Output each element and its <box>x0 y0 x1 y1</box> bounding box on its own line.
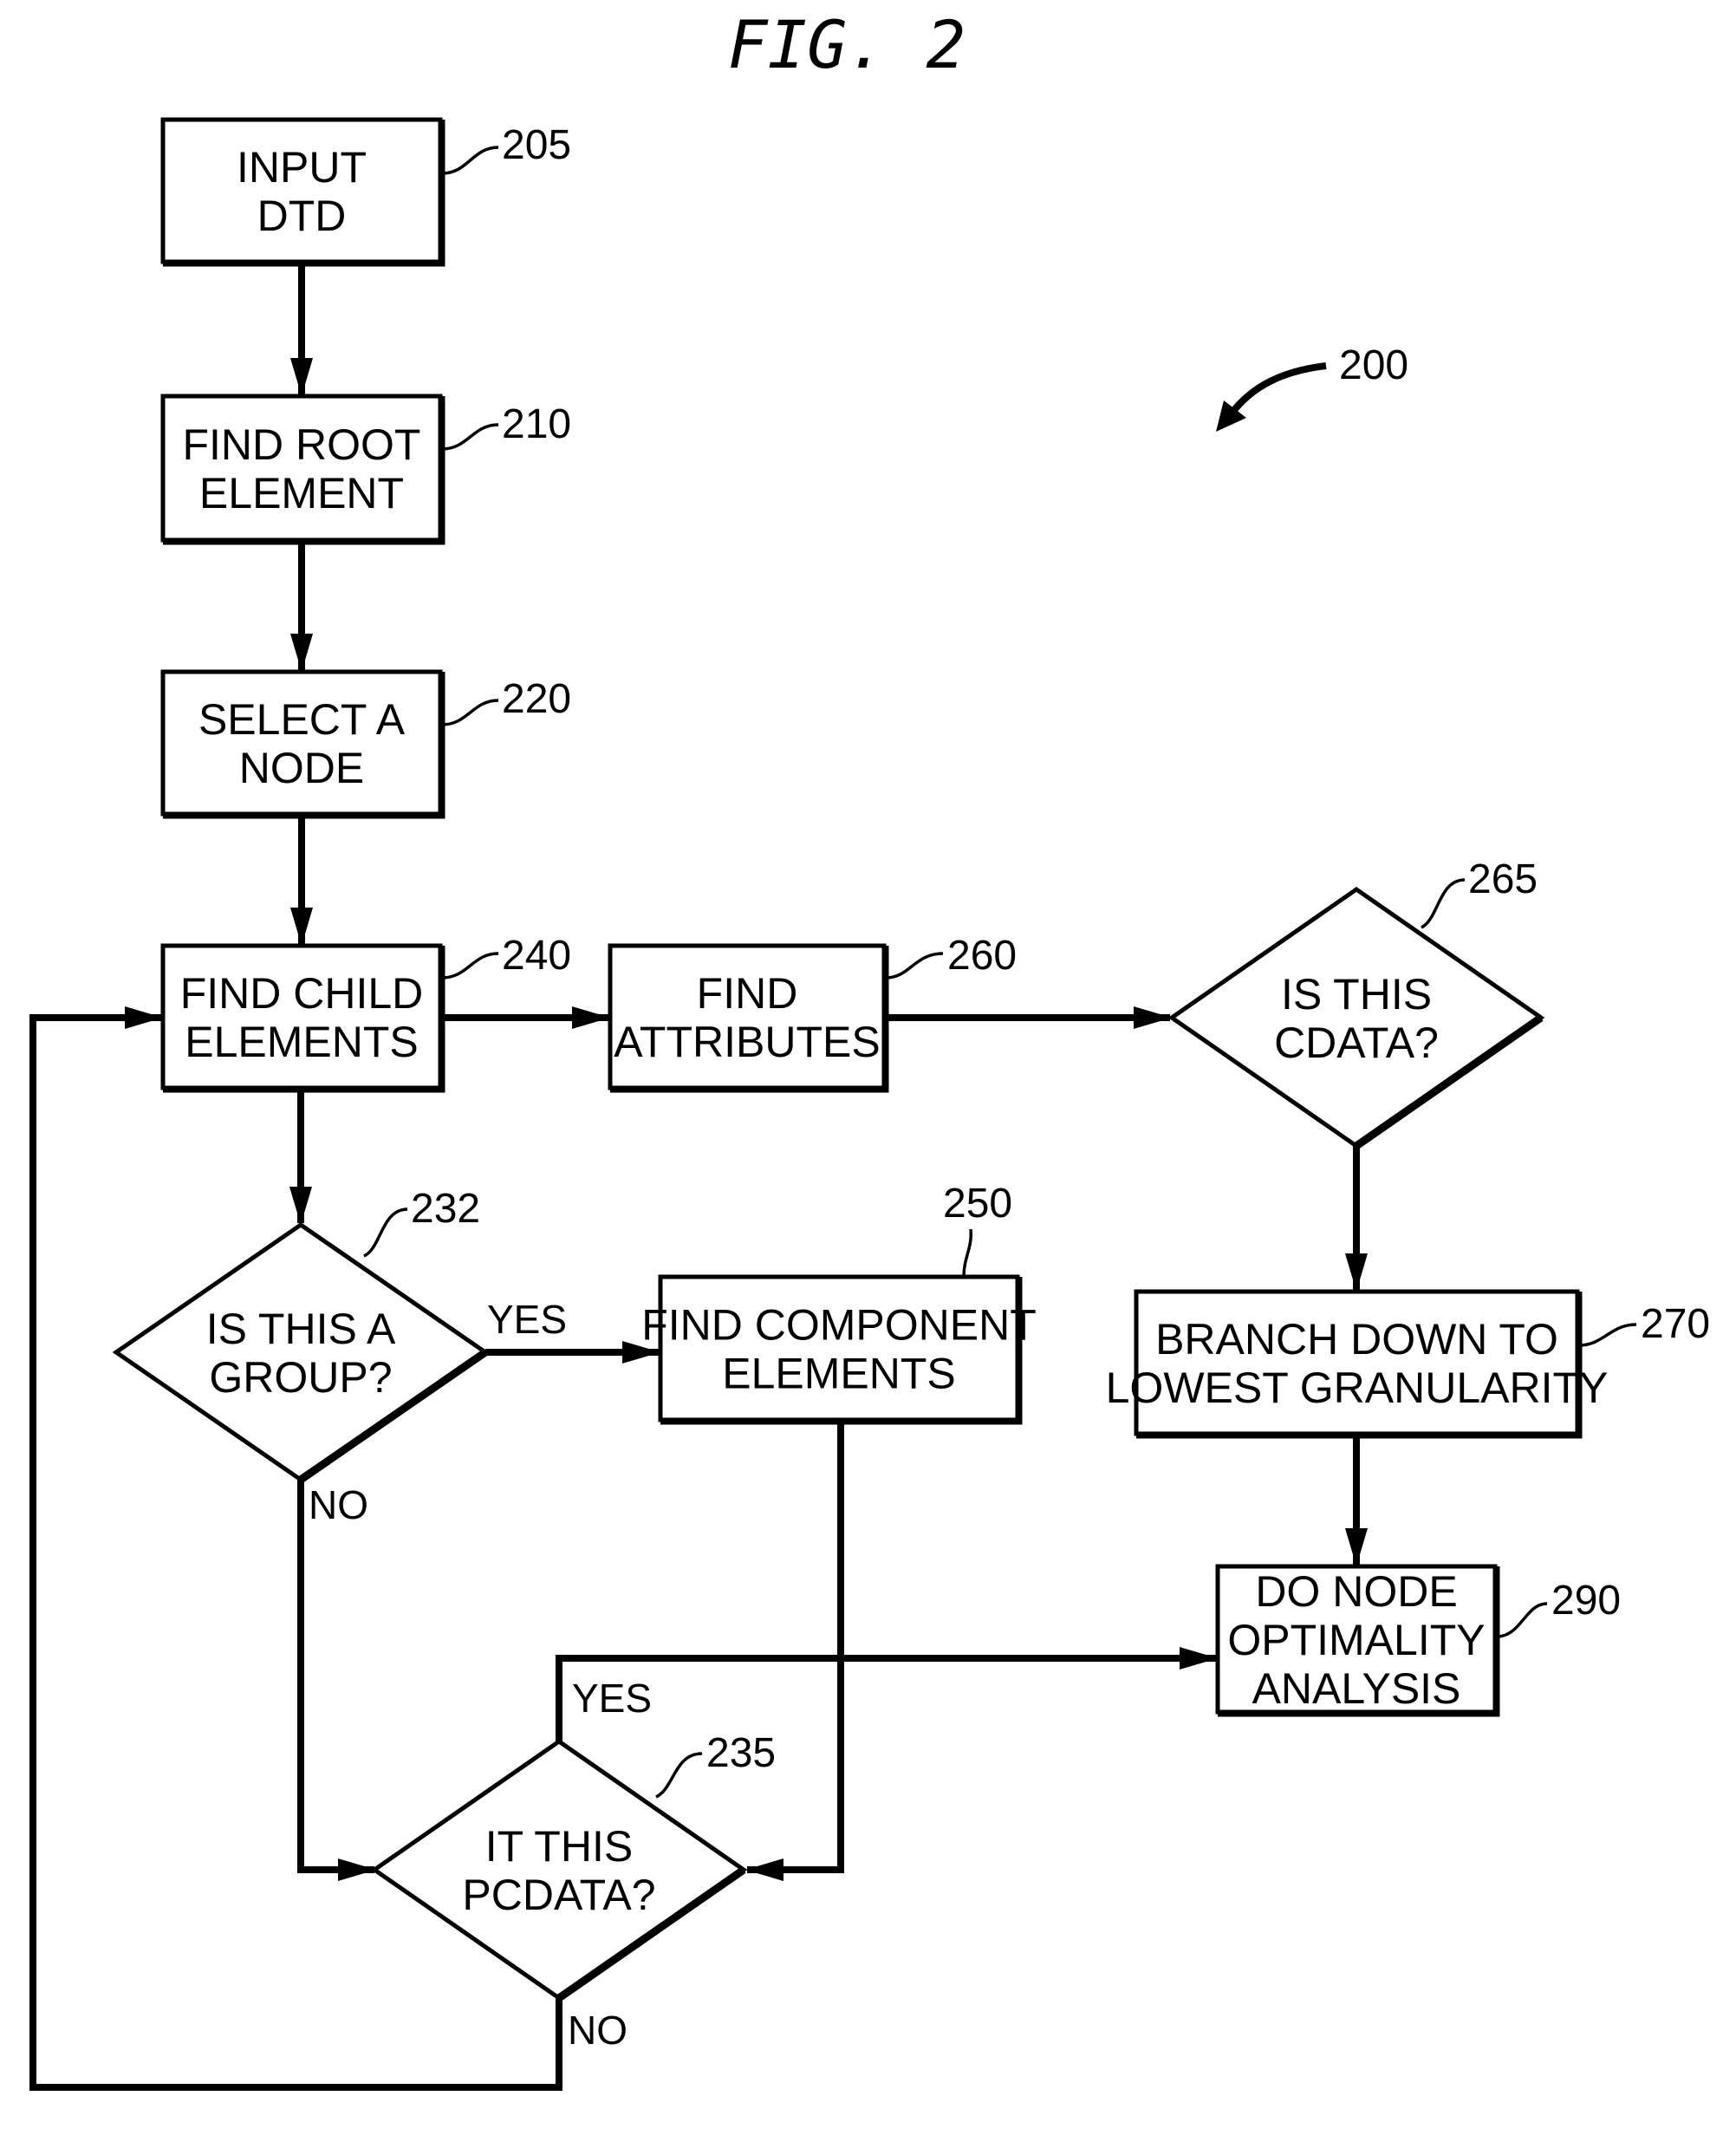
process-box-290: DO NODEOPTIMALITYANALYSIS 290 <box>1215 1564 1621 1717</box>
node-label-line: FIND COMPONENT <box>641 1301 1037 1350</box>
figure-reference: 200 <box>1216 342 1408 432</box>
figure-title: FIG. 2 <box>728 6 966 83</box>
edge-label-yes-235: YES <box>572 1676 652 1721</box>
reference-number: 232 <box>411 1186 480 1232</box>
reference-number: 260 <box>947 933 1017 979</box>
arrowhead-icon <box>289 1187 312 1225</box>
decision-265: IS THISCDATA? 265 <box>1167 856 1545 1149</box>
node-label-line: ELEMENTS <box>185 1018 419 1066</box>
process-box-260: FINDATTRIBUTES 260 <box>608 933 1017 1093</box>
edge-232-250-yes <box>485 1341 660 1364</box>
arrowhead-icon <box>1180 1647 1218 1670</box>
arrowhead-icon <box>1345 1253 1368 1292</box>
edge-240-232 <box>289 1088 312 1225</box>
reference-arrow-icon <box>1227 362 1327 417</box>
leader-line <box>363 1207 408 1258</box>
reference-number: 250 <box>943 1181 1012 1227</box>
leader-line <box>441 699 499 726</box>
process-box-270: BRANCH DOWN TOLOWEST GRANULARITY 270 <box>1106 1289 1710 1439</box>
decision-235: IT THISPCDATA? 235 <box>370 1730 776 2002</box>
edge-label-yes-232: YES <box>487 1297 567 1342</box>
reference-number: 290 <box>1551 1578 1621 1624</box>
leader-line <box>1578 1323 1637 1347</box>
edge-235-290-yes <box>556 1647 1218 1741</box>
node-label-line: NODE <box>239 744 364 792</box>
arrowhead-icon <box>745 1858 783 1881</box>
node-label-line: ATTRIBUTES <box>614 1018 880 1066</box>
shapes: INPUTDTD205FIND ROOTELEMENT210SELECT ANO… <box>112 117 1710 2002</box>
arrowhead-icon <box>338 1858 376 1881</box>
node-label-line: INPUT <box>237 143 367 192</box>
reference-number: 205 <box>502 122 571 168</box>
arrowhead-icon <box>572 1006 610 1029</box>
reference-number: 235 <box>706 1730 776 1776</box>
reference-number: 220 <box>502 676 571 722</box>
process-box-205: INPUTDTD 205 <box>160 117 571 267</box>
edge-260-265 <box>884 1006 1172 1029</box>
connector-line <box>747 1420 844 1873</box>
reference-number: 240 <box>502 933 571 979</box>
flowchart-diagram: FIG. 2 200 INPUTDTD 205 FIND ROOTELEMENT 21… <box>29 6 1710 2091</box>
edge-210-220 <box>290 540 313 672</box>
edge-label-no-232: NO <box>309 1482 368 1527</box>
process-box-220: SELECT ANODE 220 <box>160 669 571 819</box>
node-label-line: CDATA? <box>1274 1019 1439 1067</box>
edge-270-290 <box>1345 1434 1368 1566</box>
reference-number: 210 <box>502 401 571 447</box>
node-label-line: FIND <box>697 969 798 1018</box>
node-label-line: IS THIS <box>1281 970 1432 1019</box>
node-label-line: PCDATA? <box>462 1871 655 1919</box>
node-label-line: GROUP? <box>209 1353 392 1402</box>
edge-label-no-235: NO <box>568 2008 627 2053</box>
leader-line <box>441 146 499 175</box>
edge-205-210 <box>290 262 313 396</box>
node-label-line: OPTIMALITY <box>1227 1616 1485 1664</box>
reference-number: 200 <box>1339 342 1408 388</box>
reference-number: 265 <box>1468 856 1538 902</box>
arrowhead-icon <box>290 908 313 946</box>
connector-line <box>297 1480 374 1873</box>
node-label-line: DO NODE <box>1255 1567 1457 1616</box>
edge-232-235-no <box>297 1480 376 1881</box>
arrowhead-icon <box>290 634 313 672</box>
node-label-line: ELEMENT <box>199 469 404 517</box>
edge-220-240 <box>290 814 313 946</box>
edge-250-235 <box>745 1420 844 1881</box>
node-label-line: ELEMENTS <box>722 1350 956 1398</box>
edge-265-270 <box>1345 1146 1368 1292</box>
connector-line <box>556 1655 1216 1741</box>
leader-line <box>441 952 499 980</box>
arrowhead-icon <box>1134 1006 1172 1029</box>
decision-232: IS THIS AGROUP? 232 <box>112 1186 490 1483</box>
process-box-250: FIND COMPONENTELEMENTS 250 <box>641 1181 1037 1425</box>
arrowhead-icon <box>125 1006 163 1029</box>
process-box-210: FIND ROOTELEMENT 210 <box>160 394 571 545</box>
leader-line <box>1496 1602 1548 1638</box>
node-label-line: IT THIS <box>485 1822 633 1871</box>
edge-240-260 <box>440 1006 610 1029</box>
arrowhead-icon <box>1345 1528 1368 1566</box>
leader-line <box>441 423 499 451</box>
node-label-line: IS THIS A <box>206 1305 396 1353</box>
node-label-line: DTD <box>257 192 347 240</box>
node-label-line: LOWEST GRANULARITY <box>1106 1364 1609 1412</box>
leader-line <box>1421 878 1466 929</box>
process-box-240: FIND CHILDELEMENTS 240 <box>160 933 571 1093</box>
node-label-line: BRANCH DOWN TO <box>1155 1315 1558 1364</box>
node-label-line: ANALYSIS <box>1252 1664 1461 1713</box>
node-label-line: FIND ROOT <box>183 420 421 469</box>
node-label-line: SELECT A <box>198 695 406 744</box>
node-label-line: FIND CHILD <box>180 969 424 1018</box>
leader-line <box>655 1752 703 1799</box>
leader-line <box>885 952 944 980</box>
leader-line <box>962 1228 972 1278</box>
arrowhead-icon <box>290 358 313 396</box>
reference-number: 270 <box>1641 1301 1710 1347</box>
